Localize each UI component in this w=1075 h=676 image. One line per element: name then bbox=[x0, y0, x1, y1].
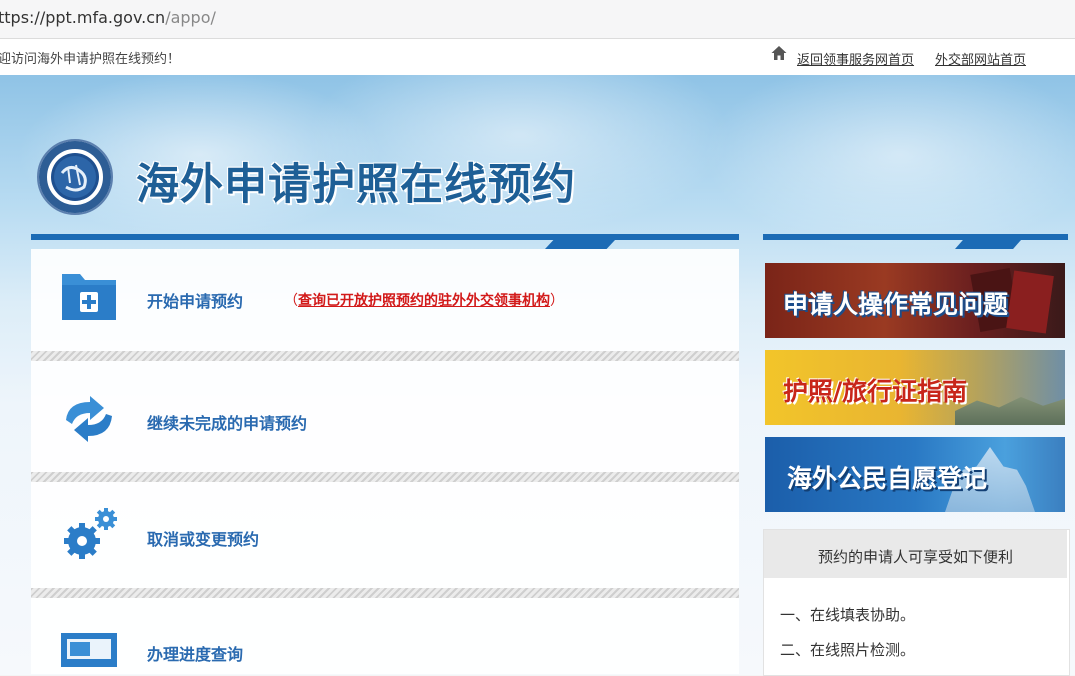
benefits-title: 预约的申请人可享受如下便利 bbox=[817, 548, 1013, 566]
consular-home-link[interactable]: 返回领事服务网首页 bbox=[797, 49, 914, 68]
menu-row-cancel-change-appointment[interactable]: 取消或变更预约 bbox=[31, 482, 739, 589]
main-panel-topbar bbox=[31, 234, 739, 240]
url-path: /appo/ bbox=[165, 8, 216, 27]
faq-banner[interactable]: 申请人操作常见问题 bbox=[765, 263, 1065, 338]
benefit-item: 二、在线照片检测。 bbox=[780, 641, 916, 659]
row-divider bbox=[31, 351, 739, 361]
row-divider bbox=[31, 588, 739, 598]
refresh-arrows-icon bbox=[66, 396, 112, 442]
row-divider bbox=[31, 472, 739, 482]
consular-logo bbox=[37, 139, 113, 215]
menu-row-continue-appointment[interactable]: 继续未完成的申请预约 bbox=[31, 361, 739, 473]
great-wall-graphic bbox=[955, 397, 1065, 425]
continue-appointment-label: 继续未完成的申请预约 bbox=[147, 414, 308, 433]
mfa-home-link[interactable]: 外交部网站首页 bbox=[935, 49, 1026, 68]
url-text[interactable]: ttps://ppt.mfa.gov.cn/appo/ bbox=[0, 8, 216, 27]
side-panel-tab-accent bbox=[955, 240, 1021, 249]
citizen-registration-banner-text: 海外公民自愿登记 bbox=[787, 464, 988, 493]
passport-graphic bbox=[1006, 270, 1054, 334]
passport-guide-banner[interactable]: 护照/旅行证指南 bbox=[765, 350, 1065, 425]
page-title: 海外申请护照在线预约 bbox=[136, 160, 576, 210]
query-link-open-paren: （ bbox=[284, 293, 298, 309]
open-consulates-query-link[interactable]: （查询已开放护照预约的驻外外交领事机构） bbox=[284, 290, 564, 310]
monitor-icon bbox=[61, 633, 117, 667]
gears-icon bbox=[64, 508, 117, 559]
start-appointment-label: 开始申请预约 bbox=[147, 292, 244, 311]
benefit-item: 一、在线填表协助。 bbox=[780, 606, 916, 624]
url-host: ttps://ppt.mfa.gov.cn bbox=[0, 8, 166, 27]
welcome-text: 迎访问海外申请护照在线预约！ bbox=[0, 52, 181, 67]
passport-guide-banner-text: 护照/旅行证指南 bbox=[783, 377, 968, 406]
cancel-change-appointment-label: 取消或变更预约 bbox=[147, 530, 260, 549]
progress-query-label: 办理进度查询 bbox=[147, 645, 244, 664]
citizen-registration-banner[interactable]: 海外公民自愿登记 bbox=[765, 437, 1065, 512]
query-link-close-paren: ） bbox=[550, 293, 564, 309]
main-panel-tab-accent bbox=[545, 240, 615, 249]
faq-banner-text: 申请人操作常见问题 bbox=[783, 290, 1009, 319]
home-icon[interactable] bbox=[770, 44, 788, 62]
query-link-text: 查询已开放护照预约的驻外外交领事机构 bbox=[298, 293, 550, 309]
side-panel-topbar bbox=[763, 234, 1068, 240]
menu-row-progress-query[interactable]: 办理进度查询 bbox=[31, 598, 739, 674]
folder-plus-icon bbox=[62, 274, 116, 320]
